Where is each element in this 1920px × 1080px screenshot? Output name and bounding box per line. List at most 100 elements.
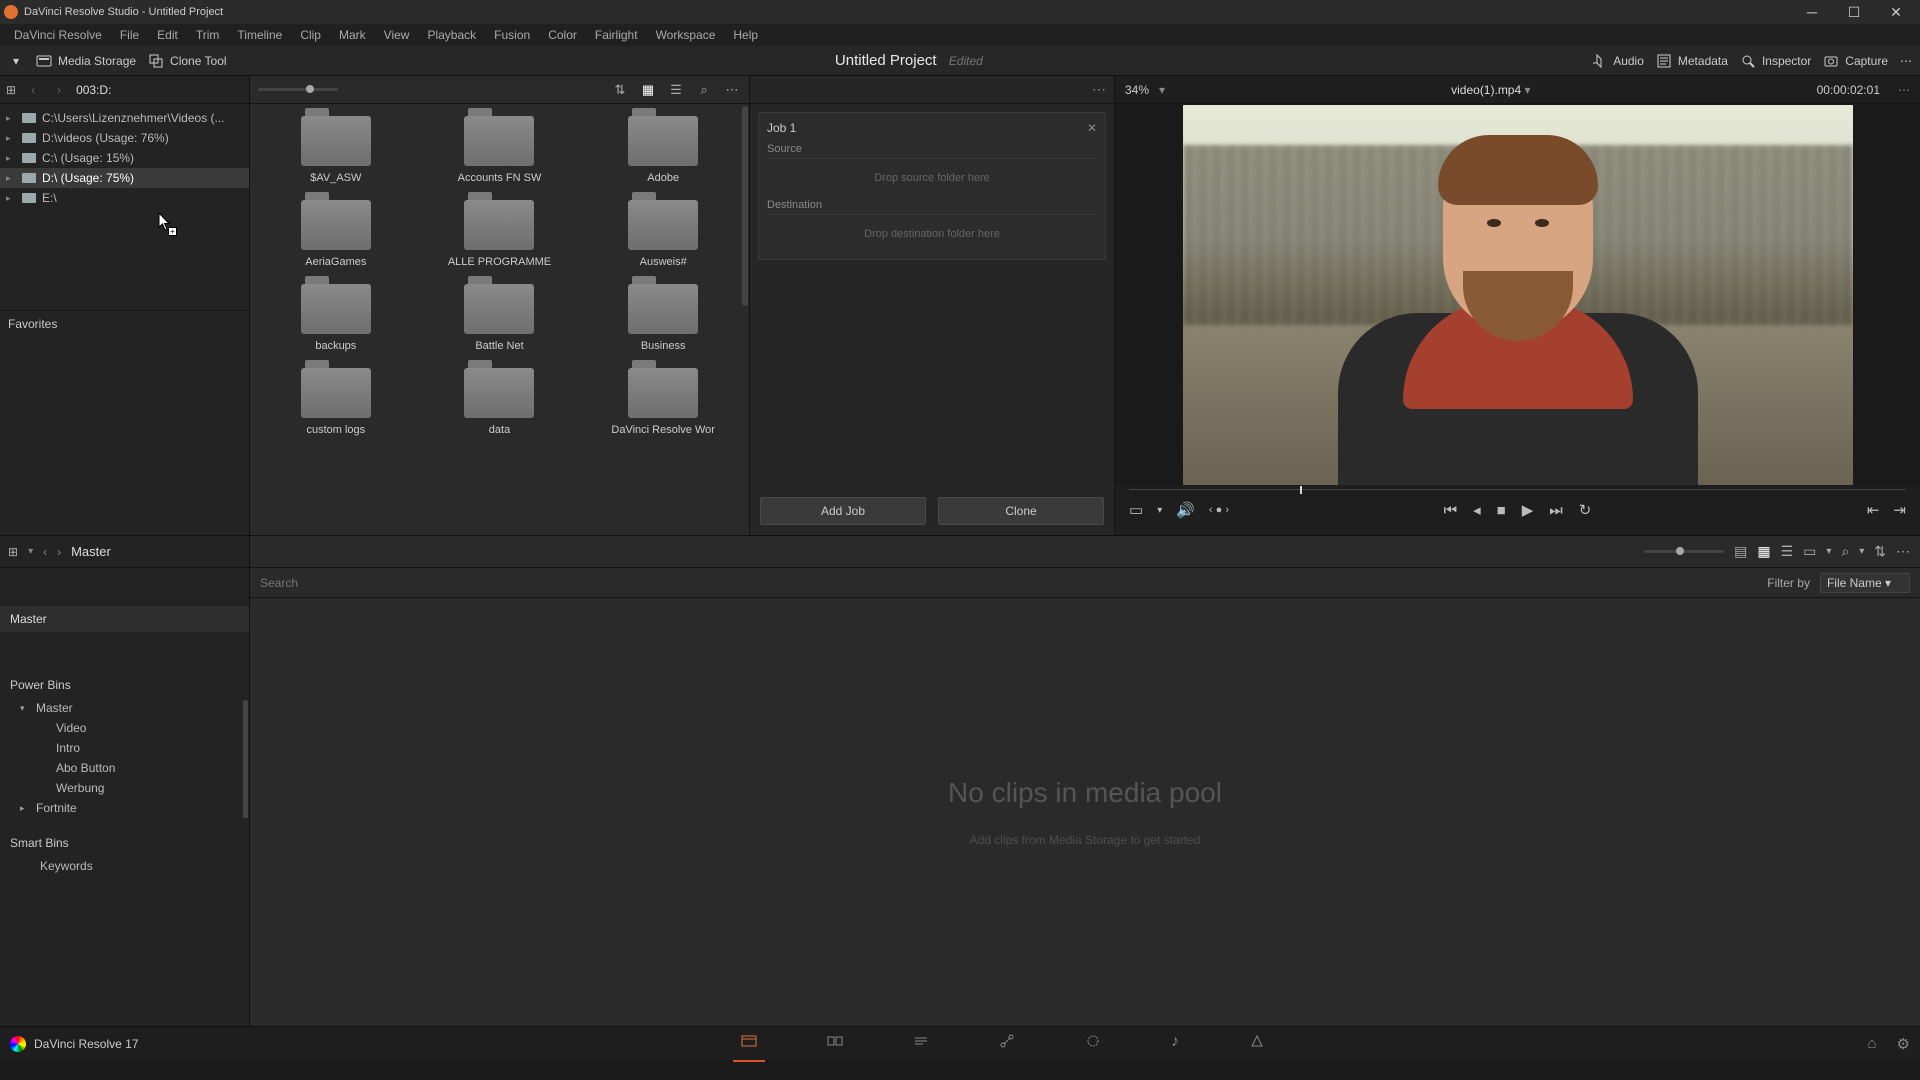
first-frame-button[interactable]: ⏮ — [1444, 502, 1458, 519]
expand-icon[interactable]: ▸ — [6, 193, 16, 204]
folder-item[interactable]: Battle Net — [422, 284, 578, 352]
destination-drop-zone[interactable]: Drop destination folder here — [767, 217, 1097, 251]
folder-item[interactable]: ALLE PROGRAMME — [422, 200, 578, 268]
drive-item[interactable]: ▸C:\ (Usage: 15%) — [0, 148, 249, 168]
menu-playback[interactable]: Playback — [419, 26, 484, 44]
expand-icon[interactable]: ▸ — [6, 113, 16, 124]
clone-button[interactable]: Clone — [938, 497, 1104, 525]
clip-name[interactable]: video(1).mp4 — [1451, 83, 1521, 97]
minimize-button[interactable]: ─ — [1792, 2, 1832, 22]
fusion-page-button[interactable] — [999, 1033, 1015, 1054]
mp-search-dropdown-icon[interactable]: ▾ — [1859, 546, 1864, 557]
toolbar-more-button[interactable]: ⋯ — [1900, 54, 1912, 68]
display-mode-icon[interactable]: ▭ — [1129, 501, 1143, 519]
mp-split-dropdown-icon[interactable]: ▾ — [1826, 546, 1831, 557]
mp-split-view-icon[interactable]: ▭ — [1803, 543, 1816, 560]
cut-page-button[interactable] — [827, 1033, 843, 1054]
mp-strip-view-icon[interactable]: ▤ — [1734, 543, 1747, 560]
menu-file[interactable]: File — [112, 26, 147, 44]
deliver-page-button[interactable] — [1249, 1033, 1265, 1054]
add-job-button[interactable]: Add Job — [760, 497, 926, 525]
folder-item[interactable]: data — [422, 368, 578, 436]
menu-trim[interactable]: Trim — [188, 26, 228, 44]
mp-list-view-icon[interactable]: ☰ — [1781, 543, 1794, 560]
insert-icon[interactable]: ⇥ — [1893, 501, 1906, 519]
display-mode-dropdown-icon[interactable]: ▾ — [1157, 505, 1162, 516]
mp-search-input[interactable] — [260, 576, 1757, 590]
job-close-button[interactable]: ✕ — [1087, 121, 1097, 135]
mp-search-icon[interactable]: ⌕ — [1841, 543, 1849, 560]
inspector-toggle[interactable]: Inspector — [1740, 53, 1811, 69]
expand-icon[interactable]: ▸ — [6, 133, 16, 144]
scrollbar[interactable] — [742, 106, 748, 306]
sort-icon[interactable]: ⇅ — [611, 81, 629, 99]
menu-workspace[interactable]: Workspace — [648, 26, 724, 44]
filter-by-select[interactable]: File Name ▾ — [1820, 573, 1910, 593]
last-frame-button[interactable]: ⏭ — [1549, 502, 1563, 519]
back-button[interactable]: ‹ — [24, 83, 42, 97]
clip-dropdown-icon[interactable]: ▾ — [1525, 83, 1531, 97]
clone-more-icon[interactable]: ⋯ — [1092, 81, 1106, 98]
clone-tool-button[interactable]: Clone Tool — [148, 53, 226, 69]
loop-button[interactable]: ↻ — [1579, 501, 1592, 519]
menu-davinci-resolve[interactable]: DaVinci Resolve — [6, 26, 110, 44]
thumbnail-size-slider[interactable] — [258, 88, 338, 91]
scrub-bar[interactable] — [1129, 485, 1906, 495]
folder-item[interactable]: $AV_ASW — [258, 116, 414, 184]
source-drop-zone[interactable]: Drop source folder here — [767, 161, 1097, 195]
zoom-dropdown-icon[interactable]: ▾ — [1159, 83, 1165, 97]
folder-item[interactable]: AeriaGames — [258, 200, 414, 268]
maximize-button[interactable]: ☐ — [1834, 2, 1874, 22]
powerbin-item[interactable]: ▸Fortnite — [0, 798, 249, 818]
powerbin-item[interactable]: ▾Master — [0, 698, 249, 718]
menu-timeline[interactable]: Timeline — [229, 26, 290, 44]
folder-item[interactable]: Ausweis# — [585, 200, 741, 268]
folder-item[interactable]: Adobe — [585, 116, 741, 184]
prev-frame-button[interactable]: ◂ — [1473, 501, 1481, 519]
powerbin-item[interactable]: Video — [0, 718, 249, 738]
stop-button[interactable]: ■ — [1497, 502, 1506, 519]
powerbins-scrollbar[interactable] — [243, 700, 248, 818]
powerbin-item[interactable]: Werbung — [0, 778, 249, 798]
viewer-more-icon[interactable]: ⋯ — [1898, 83, 1910, 97]
fairlight-page-button[interactable]: ♪ — [1171, 1033, 1179, 1054]
mp-more-icon[interactable]: ⋯ — [1896, 543, 1910, 560]
workspace-menu-button[interactable]: ▾ — [8, 53, 24, 69]
folder-item[interactable]: Business — [585, 284, 741, 352]
drive-item[interactable]: ▸E:\ — [0, 188, 249, 208]
expand-icon[interactable]: ▸ — [6, 153, 16, 164]
bin-crumb[interactable]: Master — [71, 544, 111, 559]
master-bin[interactable]: Master — [0, 606, 249, 632]
expand-icon[interactable]: ▾ — [20, 703, 30, 714]
folder-item[interactable]: backups — [258, 284, 414, 352]
match-frame-icon[interactable]: ⇤ — [1867, 501, 1880, 519]
media-storage-button[interactable]: Media Storage — [36, 53, 136, 69]
expand-icon[interactable]: ▸ — [6, 173, 16, 184]
settings-button[interactable]: ⚙ — [1897, 1035, 1910, 1053]
home-button[interactable]: ⌂ — [1867, 1035, 1876, 1053]
play-button[interactable]: ▶ — [1522, 501, 1534, 519]
zoom-level[interactable]: 34% — [1125, 83, 1149, 97]
menu-help[interactable]: Help — [725, 26, 766, 44]
jog-prev-icon[interactable]: ‹ ● › — [1209, 504, 1229, 516]
menu-color[interactable]: Color — [540, 26, 585, 44]
viewer-canvas[interactable] — [1115, 104, 1920, 485]
expand-icon[interactable]: ▸ — [20, 803, 30, 814]
drive-item[interactable]: ▸D:\ (Usage: 75%) — [0, 168, 249, 188]
mute-icon[interactable]: 🔊 — [1176, 501, 1195, 519]
smartbin-item[interactable]: Keywords — [0, 856, 249, 876]
mp-thumbnail-slider[interactable] — [1644, 550, 1724, 553]
folder-item[interactable]: Accounts FN SW — [422, 116, 578, 184]
bin-back-button[interactable]: ‹ — [43, 545, 47, 559]
powerbin-item[interactable]: Intro — [0, 738, 249, 758]
audio-toggle[interactable]: Audio — [1591, 53, 1644, 69]
powerbin-item[interactable]: Abo Button — [0, 758, 249, 778]
grid-view-icon[interactable]: ▦ — [639, 81, 657, 99]
menu-clip[interactable]: Clip — [292, 26, 329, 44]
menu-edit[interactable]: Edit — [149, 26, 186, 44]
drive-item[interactable]: ▸C:\Users\Lizenznehmer\Videos (... — [0, 108, 249, 128]
close-button[interactable]: ✕ — [1876, 2, 1916, 22]
panel-toggle-icon[interactable]: ⊞ — [6, 83, 16, 97]
capture-toggle[interactable]: Capture — [1823, 53, 1888, 69]
color-page-button[interactable] — [1085, 1033, 1101, 1054]
